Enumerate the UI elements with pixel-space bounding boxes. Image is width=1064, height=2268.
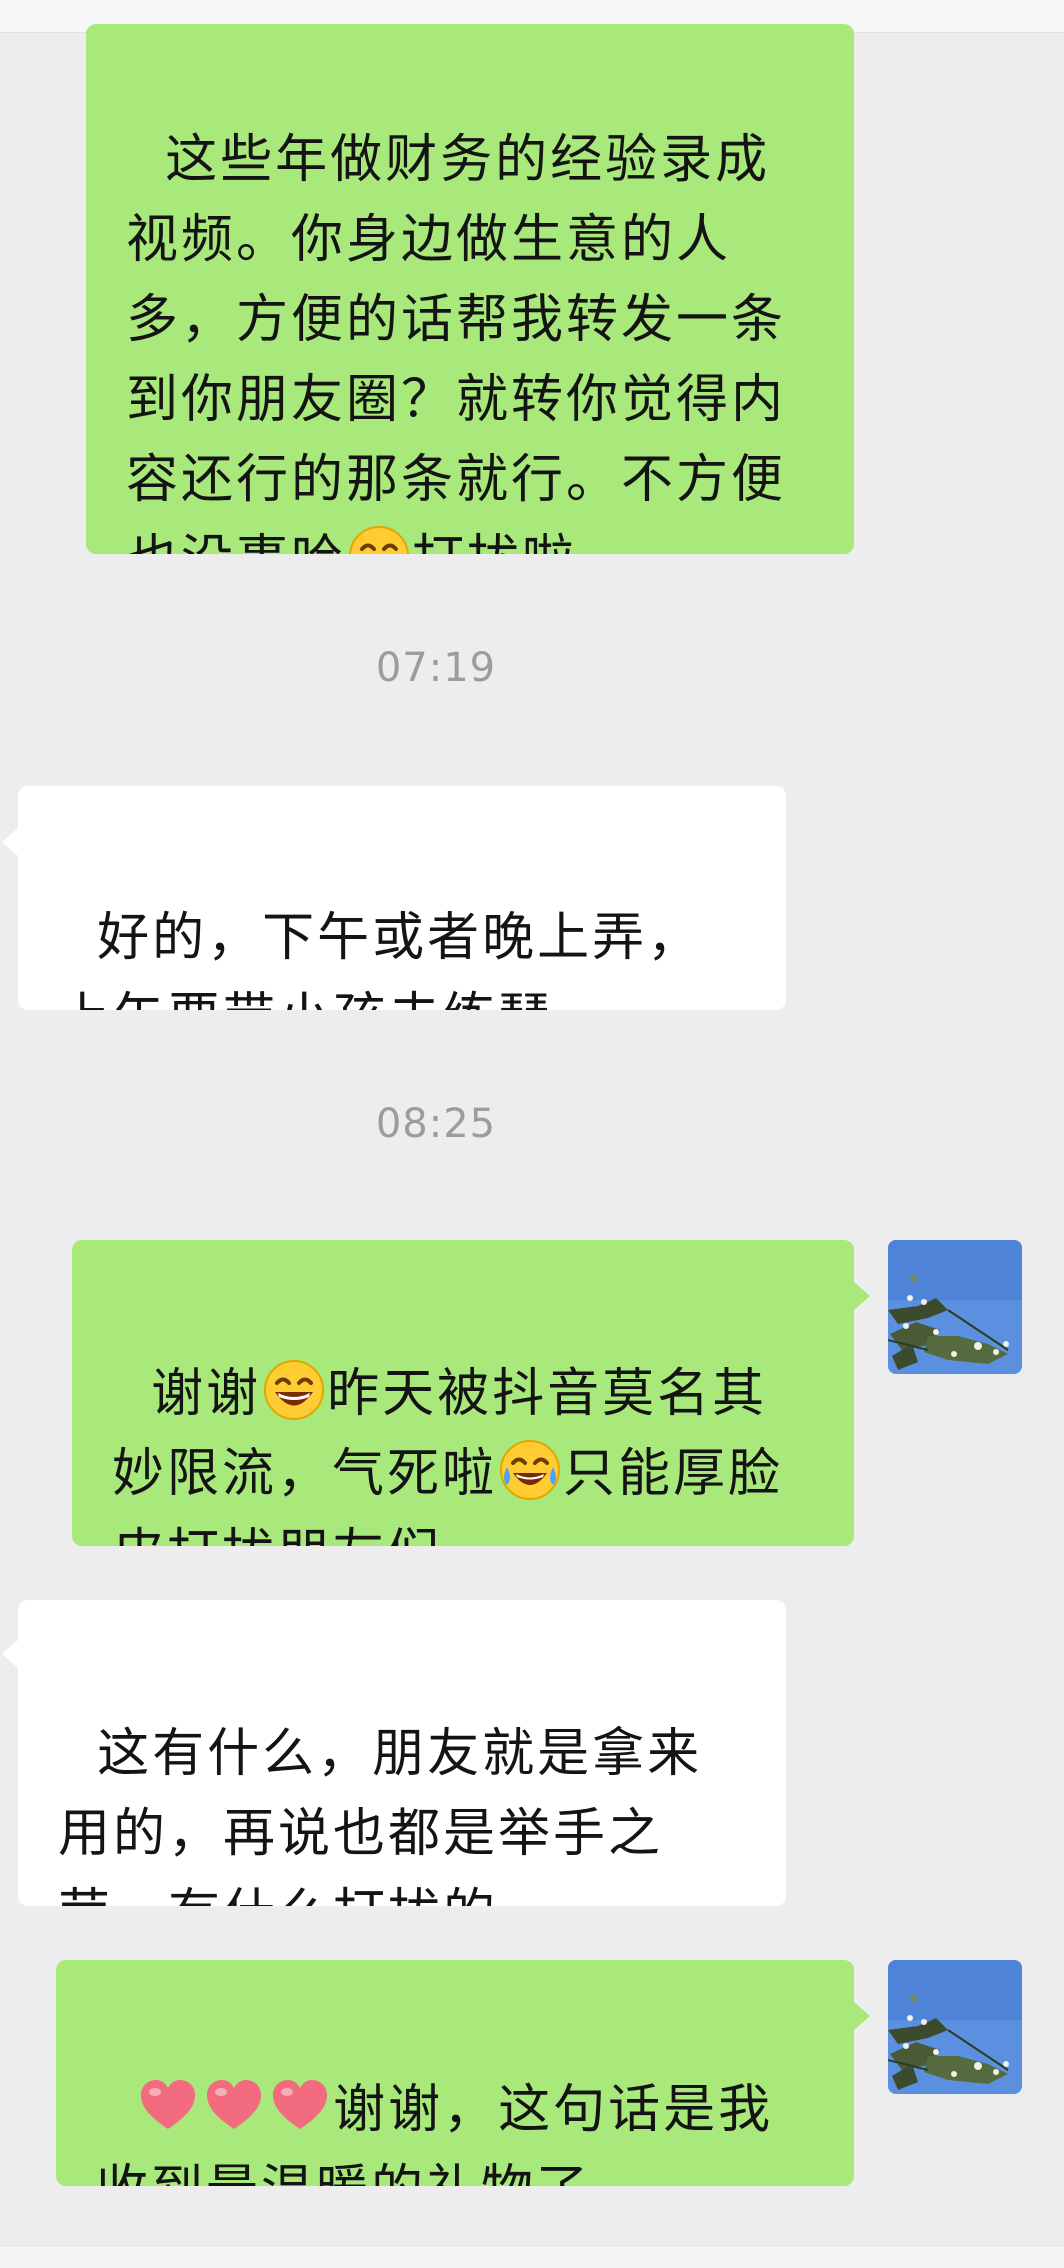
message-bubble-sent[interactable]: 谢谢，这句话是我收到最温暖的礼物了 — [56, 1960, 854, 2186]
bubble-tail — [854, 2002, 870, 2030]
heart-emoji — [269, 2075, 331, 2137]
heart-emoji — [137, 2075, 199, 2137]
message-text: 这些年做财务的经验录成视频。你身边做生意的人多，方便的话帮我转发一条到你朋友圈？… — [126, 130, 787, 554]
avatar[interactable] — [888, 1960, 1022, 2094]
heart-emoji — [203, 2075, 265, 2137]
message-bubble-sent[interactable]: 这些年做财务的经验录成视频。你身边做生意的人多，方便的话帮我转发一条到你朋友圈？… — [86, 24, 854, 554]
message-bubble-received[interactable]: 好的，下午或者晚上弄，上午要带小孩去练琴 — [18, 786, 786, 1010]
message-bubble-sent[interactable]: 谢谢昨天被抖音莫名其妙限流，气死啦只能厚脸皮打扰朋友们 — [72, 1240, 854, 1546]
message-text: 谢谢 — [151, 1364, 262, 1424]
timestamp: 07:19 — [375, 645, 497, 691]
tree-photo-icon — [888, 1240, 1022, 1374]
grin-emoji — [263, 1359, 325, 1421]
bubble-tail — [854, 1282, 870, 1310]
tree-photo-icon — [888, 1960, 1022, 2094]
bubble-tail — [2, 828, 18, 856]
message-text: 这有什么，朋友就是拿来用的，再说也都是举手之劳，有什么打扰的 — [58, 1724, 703, 1906]
tears-of-joy-emoji — [499, 1439, 561, 1501]
message-text: 好的，下午或者晚上弄，上午要带小孩去练琴 — [58, 908, 703, 1010]
message-text: 打扰啦 — [412, 530, 577, 554]
timestamp: 08:25 — [375, 1101, 497, 1147]
avatar[interactable] — [888, 1240, 1022, 1374]
bubble-tail — [2, 1640, 18, 1668]
message-bubble-received[interactable]: 这有什么，朋友就是拿来用的，再说也都是举手之劳，有什么打扰的 — [18, 1600, 786, 1906]
bottom-edge — [0, 2245, 1064, 2268]
grin-emoji — [348, 525, 410, 554]
